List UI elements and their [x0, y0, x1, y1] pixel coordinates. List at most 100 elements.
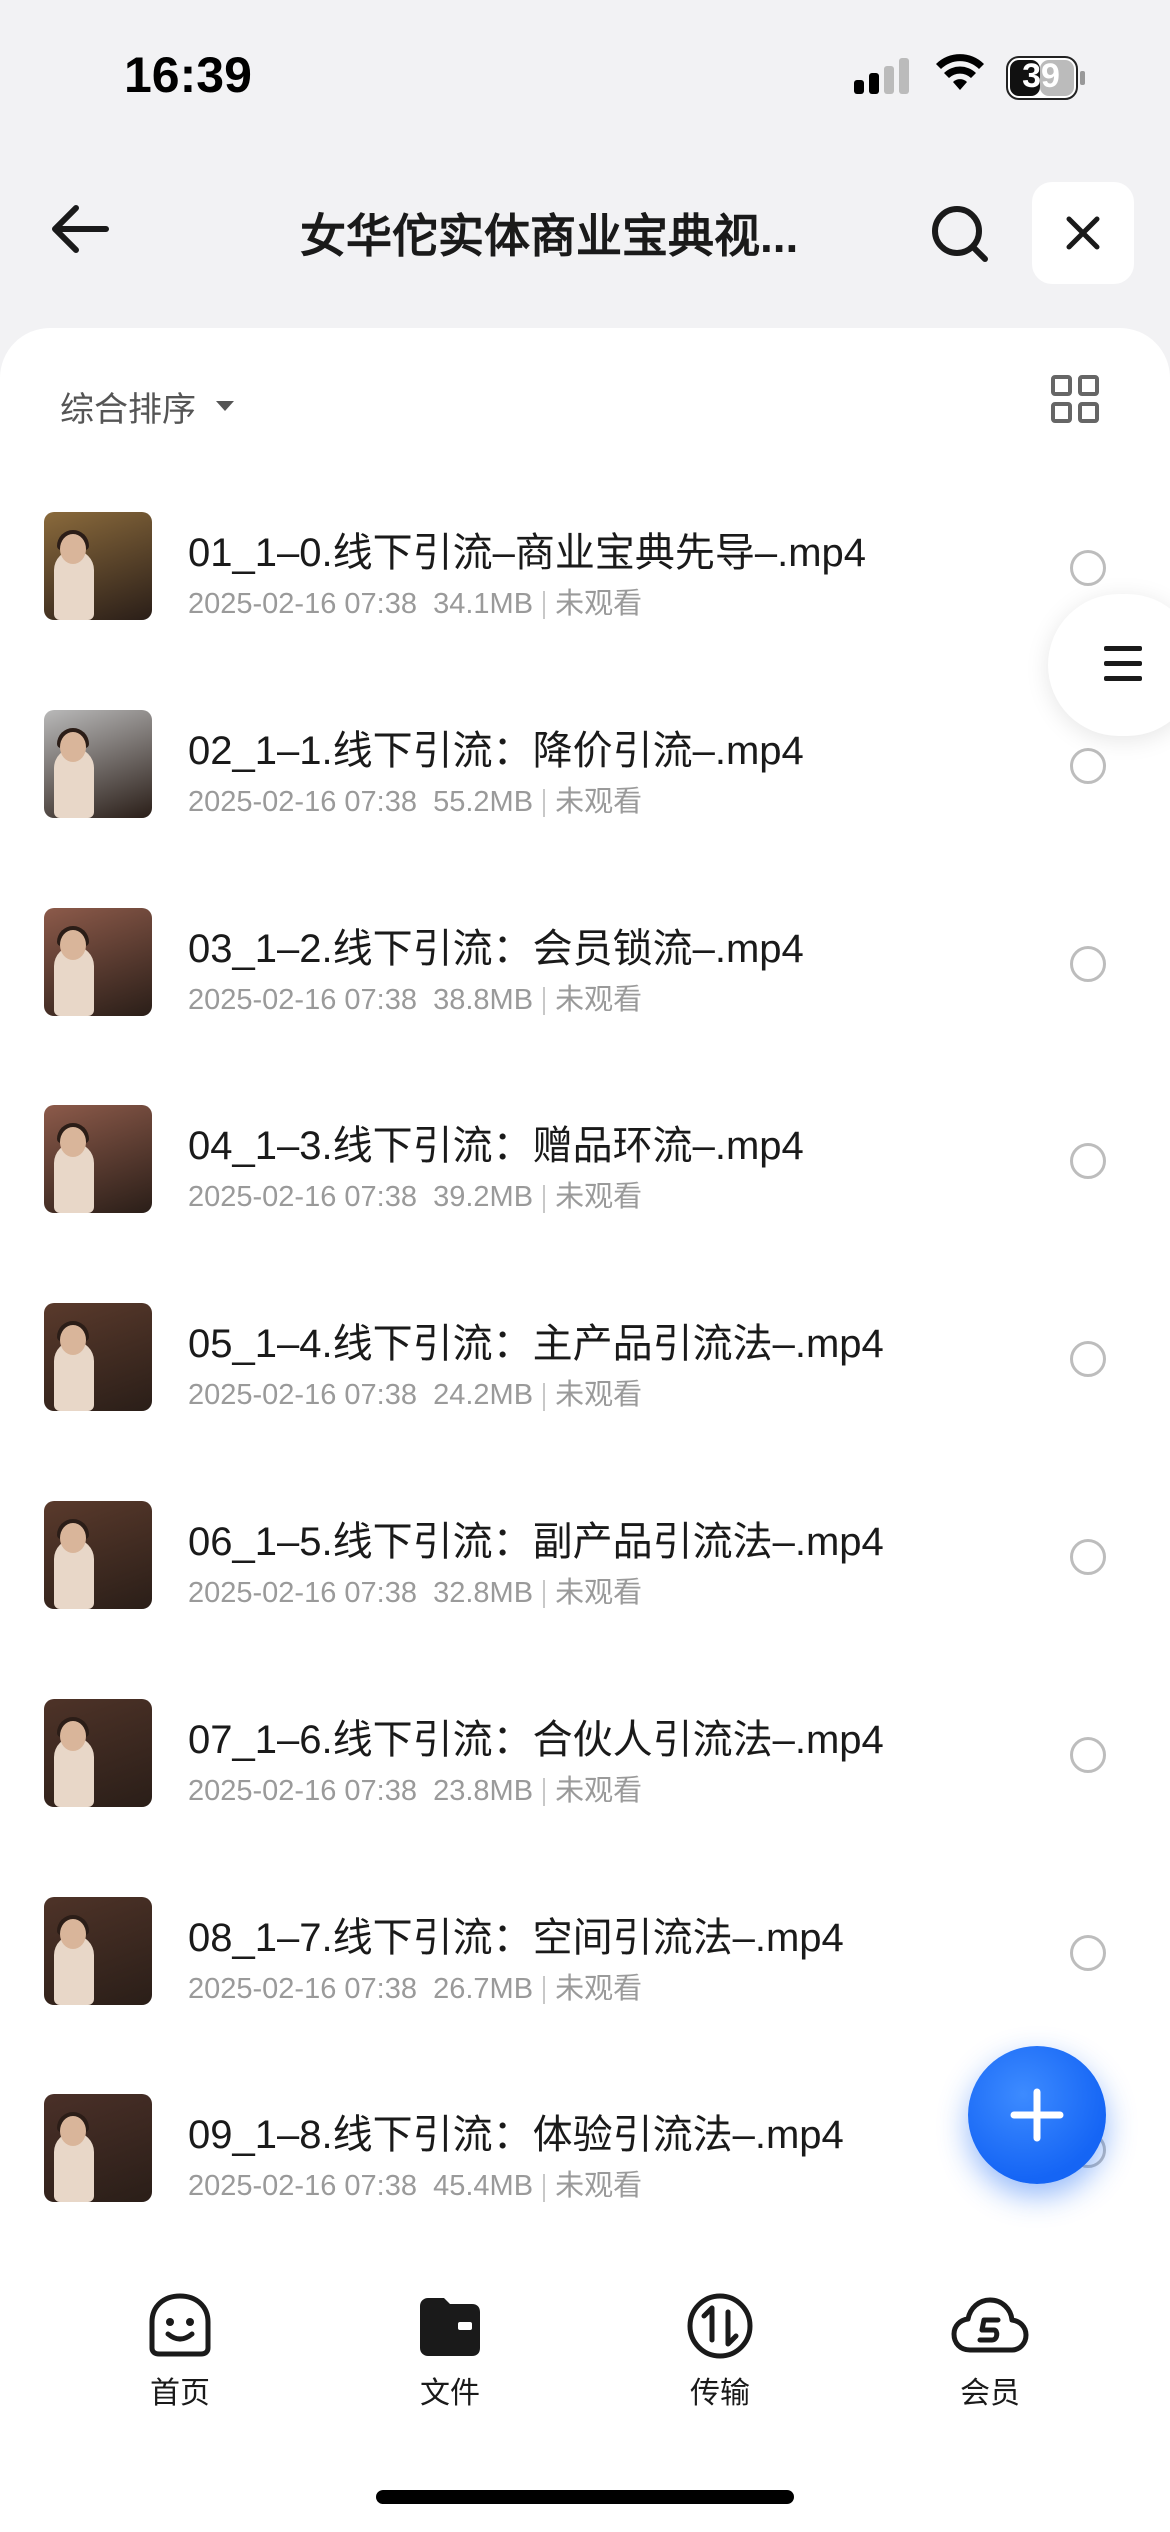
file-row[interactable]: 05_1–4.线下引流：主产品引流法–.mp4 2025-02-16 07:38…	[0, 1269, 1170, 1467]
close-button[interactable]	[1032, 182, 1134, 284]
select-radio[interactable]	[1070, 1341, 1106, 1378]
sort-dropdown[interactable]: 综合排序	[60, 376, 236, 436]
add-button[interactable]	[968, 2046, 1106, 2184]
file-meta: 2025-02-16 07:38 39.2MB 未观看	[188, 1173, 642, 1215]
file-date: 2025-02-16 07:38	[188, 1576, 417, 1609]
select-radio[interactable]	[1070, 747, 1106, 784]
video-thumbnail	[44, 907, 152, 1016]
file-date: 2025-02-16 07:38	[188, 983, 417, 1016]
file-date: 2025-02-16 07:38	[188, 1181, 417, 1214]
file-date: 2025-02-16 07:38	[188, 2170, 417, 2203]
plus-icon	[1010, 2088, 1064, 2142]
watch-status: 未观看	[555, 983, 643, 1016]
select-radio[interactable]	[1070, 1934, 1106, 1971]
vip-cloud-icon	[951, 2297, 1029, 2353]
back-button[interactable]	[40, 194, 120, 264]
meta-divider	[543, 2173, 546, 2202]
caret-down-icon	[216, 401, 234, 411]
video-thumbnail	[44, 1500, 152, 1609]
meta-divider	[543, 1975, 546, 2004]
file-date: 2025-02-16 07:38	[188, 785, 417, 818]
video-thumbnail	[44, 1896, 152, 2005]
file-row[interactable]: 08_1–7.线下引流：空间引流法–.mp4 2025-02-16 07:38 …	[0, 1863, 1170, 2061]
file-meta: 2025-02-16 07:38 34.1MB 未观看	[188, 580, 642, 622]
home-smile-icon	[149, 2293, 211, 2357]
file-row[interactable]: 06_1–5.线下引流：副产品引流法–.mp4 2025-02-16 07:38…	[0, 1467, 1170, 1665]
meta-divider	[543, 1382, 546, 1411]
file-name: 05_1–4.线下引流：主产品引流法–.mp4	[188, 1322, 884, 1367]
cellular-signal-icon	[854, 58, 909, 94]
meta-divider	[543, 986, 546, 1015]
file-row[interactable]: 01_1–0.线下引流–商业宝典先导–.mp4 2025-02-16 07:38…	[0, 478, 1170, 676]
watch-status: 未观看	[555, 2170, 643, 2203]
file-size: 26.7MB	[433, 1972, 534, 2005]
file-name: 06_1–5.线下引流：副产品引流法–.mp4	[188, 1519, 884, 1564]
file-date: 2025-02-16 07:38	[188, 1774, 417, 1807]
watch-status: 未观看	[555, 785, 643, 818]
search-icon	[932, 206, 988, 262]
file-date: 2025-02-16 07:38	[188, 588, 417, 620]
watch-status: 未观看	[555, 1379, 643, 1412]
search-button[interactable]	[920, 194, 1000, 274]
tab-files[interactable]: 文件	[380, 2290, 520, 2412]
file-name: 01_1–0.线下引流–商业宝典先导–.mp4	[188, 531, 867, 575]
tab-label: 会员	[960, 2377, 1020, 2410]
select-radio[interactable]	[1070, 1143, 1106, 1180]
file-date: 2025-02-16 07:38	[188, 1379, 417, 1412]
file-meta: 2025-02-16 07:38 38.8MB 未观看	[188, 976, 642, 1018]
file-size: 34.1MB	[433, 588, 534, 620]
file-name: 04_1–3.线下引流：赠品环流–.mp4	[188, 1124, 804, 1169]
tab-home[interactable]: 首页	[110, 2290, 250, 2412]
file-name: 02_1–1.线下引流：降价引流–.mp4	[188, 728, 804, 773]
file-meta: 2025-02-16 07:38 26.7MB 未观看	[188, 1965, 642, 2007]
bottom-tab-bar: 首页 文件 传输 会员	[0, 2270, 1170, 2430]
file-row[interactable]: 03_1–2.线下引流：会员锁流–.mp4 2025-02-16 07:38 3…	[0, 874, 1170, 1072]
file-row[interactable]: 04_1–3.线下引流：赠品环流–.mp4 2025-02-16 07:38 3…	[0, 1071, 1170, 1269]
watch-status: 未观看	[555, 1972, 643, 2005]
close-icon	[1066, 216, 1100, 250]
nav-bar: 女华佗实体商业宝典视...	[0, 170, 1170, 290]
file-panel: 综合排序 01_1–0.线下引流–商业宝典先导–.mp4 2025-02-16 …	[0, 328, 1170, 2532]
meta-divider	[543, 789, 546, 818]
file-name: 09_1–8.线下引流：体验引流法–.mp4	[188, 2113, 844, 2158]
sort-label: 综合排序	[60, 390, 196, 429]
file-meta: 2025-02-16 07:38 45.4MB 未观看	[188, 2162, 642, 2204]
video-thumbnail	[44, 709, 152, 818]
video-thumbnail	[44, 1698, 152, 1807]
watch-status: 未观看	[555, 1576, 643, 1609]
menu-icon	[1104, 646, 1142, 681]
select-radio[interactable]	[1070, 1736, 1106, 1773]
grid-view-icon[interactable]	[1050, 374, 1100, 424]
file-meta: 2025-02-16 07:38 32.8MB 未观看	[188, 1569, 642, 1611]
meta-divider	[543, 1778, 546, 1807]
file-size: 23.8MB	[433, 1774, 534, 1807]
status-bar: 16:39 39	[0, 0, 1170, 150]
tab-label: 传输	[690, 2377, 750, 2410]
wifi-icon	[936, 54, 984, 90]
select-radio[interactable]	[1070, 945, 1106, 982]
page-title: 女华佗实体商业宝典视...	[300, 210, 799, 262]
file-date: 2025-02-16 07:38	[188, 1972, 417, 2005]
select-radio[interactable]	[1070, 550, 1106, 586]
video-thumbnail	[44, 1105, 152, 1214]
file-size: 32.8MB	[433, 1576, 534, 1609]
tab-transfer[interactable]: 传输	[650, 2290, 790, 2412]
file-size: 38.8MB	[433, 983, 534, 1016]
file-row[interactable]: 02_1–1.线下引流：降价引流–.mp4 2025-02-16 07:38 5…	[0, 676, 1170, 874]
arrow-left-icon	[52, 205, 109, 253]
select-radio[interactable]	[1070, 1538, 1106, 1575]
video-thumbnail	[44, 1303, 152, 1412]
tab-vip[interactable]: 会员	[920, 2290, 1060, 2412]
file-size: 55.2MB	[433, 785, 534, 818]
meta-divider	[543, 1580, 546, 1609]
file-meta: 2025-02-16 07:38 23.8MB 未观看	[188, 1767, 642, 1809]
watch-status: 未观看	[555, 1774, 643, 1807]
home-indicator	[376, 2490, 794, 2504]
file-row[interactable]: 07_1–6.线下引流：合伙人引流法–.mp4 2025-02-16 07:38…	[0, 1665, 1170, 1863]
file-name: 08_1–7.线下引流：空间引流法–.mp4	[188, 1915, 844, 1960]
file-name: 03_1–2.线下引流：会员锁流–.mp4	[188, 926, 804, 971]
video-thumbnail	[44, 512, 152, 620]
folder-icon	[420, 2298, 480, 2356]
watch-status: 未观看	[555, 1181, 643, 1214]
video-thumbnail	[44, 2094, 152, 2203]
